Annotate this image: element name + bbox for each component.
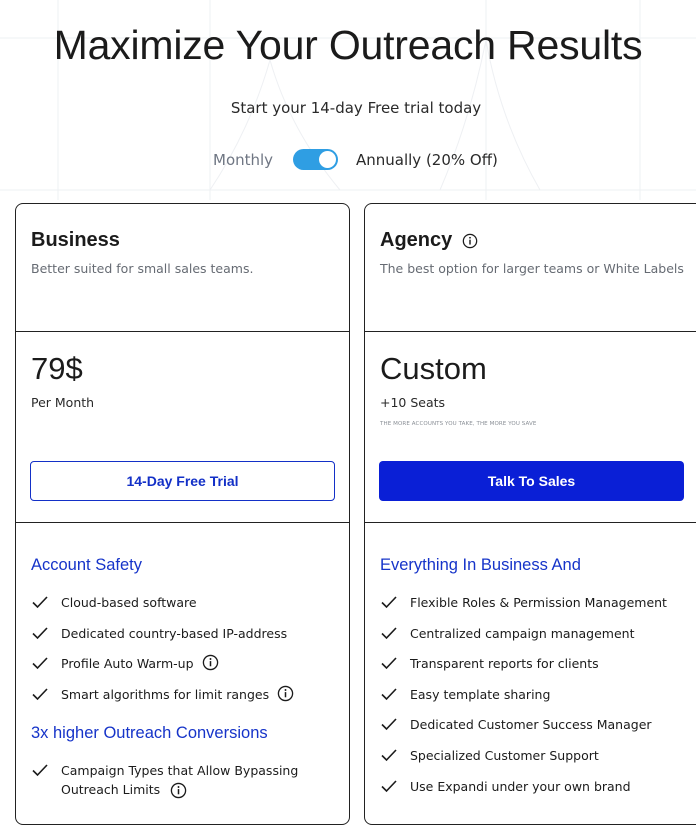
feature-item: Cloud-based software [31,593,197,612]
feature-item: Smart algorithms for limit ranges [31,685,294,704]
feature-text: Dedicated country-based IP-address [61,626,288,641]
page-subtitle: Start your 14-day Free trial today [230,99,482,117]
feature-text: Cloud-based software [61,595,197,610]
section-title-conversions: 3x higher Outreach Conversions [31,724,268,742]
feature-item: Transparent reports for clients [380,654,599,673]
annually-label[interactable]: Annually (20% Off) [356,151,498,169]
plan-name: Agency [380,229,453,251]
billing-toggle-row: Monthly Annually (20% Off) [0,148,696,172]
check-icon [381,596,397,609]
feature-item: Flexible Roles & Permission Management [380,593,667,612]
check-icon [381,688,397,701]
plan-description: Better suited for small sales teams. [31,261,254,276]
divider [365,522,696,523]
price-period: Per Month [31,395,95,410]
check-icon [381,749,397,762]
info-icon[interactable] [462,233,478,249]
feature-text: Dedicated Customer Success Manager [410,717,652,732]
feature-item: Dedicated Customer Success Manager [380,715,652,734]
check-icon [32,627,48,640]
plan-price: 79$ [31,351,83,386]
section-title-account-safety: Account Safety [31,556,142,574]
monthly-label[interactable]: Monthly [213,151,273,169]
plan-name: Business [31,229,120,251]
feature-text: Profile Auto Warm-up [61,656,194,671]
info-icon[interactable] [170,782,187,799]
plan-card-business: Business Better suited for small sales t… [15,203,350,825]
plan-price: Custom [380,351,487,386]
divider [16,331,349,332]
free-trial-button[interactable]: 14-Day Free Trial [30,461,335,501]
savings-note: THE MORE ACCOUNTS YOU TAKE, THE MORE YOU… [380,421,537,427]
feature-text-line-2: Outreach Limits [61,782,161,797]
check-icon [381,657,397,670]
seats-label: +10 Seats [380,395,446,410]
feature-item: Specialized Customer Support [380,746,599,765]
check-icon [32,657,48,670]
feature-text: Campaign Types that Allow Bypassing Outr… [61,761,298,799]
page-title: Maximize Your Outreach Results [53,22,643,68]
check-icon [32,764,48,777]
plan-card-agency: Agency The best option for larger teams … [364,203,696,825]
talk-to-sales-button[interactable]: Talk To Sales [379,461,684,501]
feature-item: Profile Auto Warm-up [31,654,219,673]
plan-description: The best option for larger teams or Whit… [380,261,684,276]
feature-text: Use Expandi under your own brand [410,779,631,794]
feature-text: Easy template sharing [410,687,551,702]
feature-item: Use Expandi under your own brand [380,777,631,796]
feature-text: Flexible Roles & Permission Management [410,595,667,610]
toggle-knob [319,151,336,168]
check-icon [381,627,397,640]
feature-item: Campaign Types that Allow Bypassing Outr… [31,761,298,799]
feature-text: Smart algorithms for limit ranges [61,687,270,702]
check-icon [381,718,397,731]
feature-text: Specialized Customer Support [410,748,599,763]
divider [365,331,696,332]
feature-item: Centralized campaign management [380,624,635,643]
check-icon [32,596,48,609]
divider [16,522,349,523]
check-icon [381,780,397,793]
feature-text: Centralized campaign management [410,626,635,641]
info-icon[interactable] [202,654,219,671]
section-title-everything: Everything In Business And [380,556,581,574]
feature-text: Transparent reports for clients [410,656,599,671]
info-icon[interactable] [277,685,294,702]
feature-text-line-1: Campaign Types that Allow Bypassing [61,763,299,778]
feature-item: Dedicated country-based IP-address [31,624,287,643]
check-icon [32,688,48,701]
plan-name-row: Agency [380,229,478,252]
billing-period-toggle[interactable] [293,149,338,170]
feature-item: Easy template sharing [380,685,550,704]
